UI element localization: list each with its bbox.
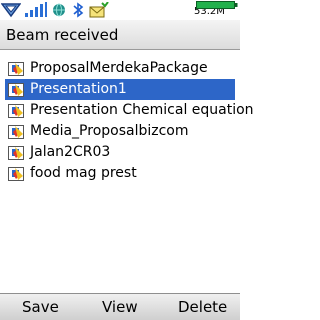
list-item[interactable]: food mag prest [5, 163, 235, 184]
list-item[interactable]: Presentation Chemical equation [5, 100, 254, 121]
list-item[interactable]: ProposalMerdekaPackage [5, 58, 235, 79]
list-item[interactable]: Presentation1 [5, 79, 235, 100]
title-bar: Beam received [0, 20, 240, 50]
list-item-label: Presentation Chemical equation [30, 102, 254, 118]
softkey-bar: Save View Delete [0, 293, 240, 320]
new-message-icon [89, 2, 109, 18]
status-bar: 53.2M [0, 0, 240, 20]
network-menu-icon[interactable] [1, 2, 21, 18]
list-item[interactable]: Jalan2CR03 [5, 142, 235, 163]
list-item-label: food mag prest [30, 165, 137, 181]
presentation-file-icon [8, 125, 24, 139]
presentation-file-icon [8, 167, 24, 181]
list-item-label: Jalan2CR03 [30, 144, 111, 160]
view-softkey[interactable]: View [102, 298, 138, 316]
presentation-file-icon [8, 62, 24, 76]
presentation-file-icon [8, 146, 24, 160]
list-item-label: Presentation1 [30, 81, 127, 97]
save-softkey[interactable]: Save [22, 298, 59, 316]
list-item-label: ProposalMerdekaPackage [30, 60, 208, 76]
list-item[interactable]: Media_Proposalbizcom [5, 121, 235, 142]
delete-softkey[interactable]: Delete [178, 298, 227, 316]
signal-strength-icon [25, 2, 47, 17]
presentation-file-icon [8, 104, 24, 118]
page-title: Beam received [6, 26, 119, 44]
browser-globe-icon [53, 3, 65, 17]
list-item-label: Media_Proposalbizcom [30, 123, 189, 139]
presentation-file-icon [8, 83, 24, 97]
bluetooth-icon [73, 2, 84, 18]
battery-icon [196, 1, 238, 9]
